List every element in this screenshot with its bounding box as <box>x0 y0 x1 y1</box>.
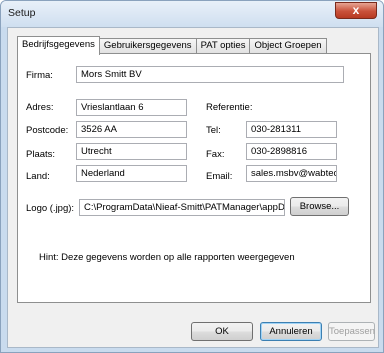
plaats-label: Plaats: <box>26 149 56 160</box>
dialog-client-area: Bedrijfsgegevens Gebruikersgegevens PAT … <box>7 27 379 348</box>
fax-label: Fax: <box>206 149 225 160</box>
referentie-label: Referentie: <box>206 102 253 113</box>
title-bar[interactable]: Setup x <box>1 1 383 27</box>
logo-label: Logo (.jpg): <box>26 203 75 214</box>
tab-strip: Bedrijfsgegevens Gebruikersgegevens PAT … <box>17 36 327 55</box>
adres-input[interactable]: Vrieslantlaan 6 <box>76 99 187 116</box>
email-label: Email: <box>206 171 233 182</box>
apply-button[interactable]: Toepassen <box>328 322 375 341</box>
firma-label: Firma: <box>26 70 53 81</box>
company-details-panel: Firma: Mors Smitt BV Adres: Vrieslantlaa… <box>17 53 371 303</box>
postcode-label: Postcode: <box>26 125 69 136</box>
adres-label: Adres: <box>26 102 54 113</box>
tel-label: Tel: <box>206 125 221 136</box>
tab-object-groepen[interactable]: Object Groepen <box>249 38 327 54</box>
ok-button[interactable]: OK <box>191 322 253 341</box>
logo-path-input[interactable]: C:\ProgramData\Nieaf-Smitt\PATManager\ap… <box>79 199 285 216</box>
close-icon: x <box>352 3 360 17</box>
tab-pat-opties[interactable]: PAT opties <box>195 38 251 54</box>
tel-input[interactable]: 030-281311 <box>246 121 337 138</box>
cancel-button[interactable]: Annuleren <box>260 322 322 341</box>
land-input[interactable]: Nederland <box>76 165 187 182</box>
browse-button[interactable]: Browse... <box>290 197 349 216</box>
tab-gebruikersgegevens[interactable]: Gebruikersgegevens <box>98 38 197 54</box>
close-button[interactable]: x <box>335 2 377 19</box>
window-title: Setup <box>8 7 36 19</box>
hint-text: Hint: Deze gegevens worden op alle rappo… <box>39 252 295 263</box>
plaats-input[interactable]: Utrecht <box>76 143 187 160</box>
email-input[interactable]: sales.msbv@wabtec.com <box>246 165 337 182</box>
postcode-input[interactable]: 3526 AA <box>76 121 187 138</box>
tab-bedrijfsgegevens[interactable]: Bedrijfsgegevens <box>17 36 100 55</box>
setup-dialog: Setup x Bedrijfsgegevens Gebruikersgegev… <box>0 0 384 353</box>
firma-input[interactable]: Mors Smitt BV <box>76 66 344 83</box>
land-label: Land: <box>26 171 50 182</box>
fax-input[interactable]: 030-2898816 <box>246 143 337 160</box>
